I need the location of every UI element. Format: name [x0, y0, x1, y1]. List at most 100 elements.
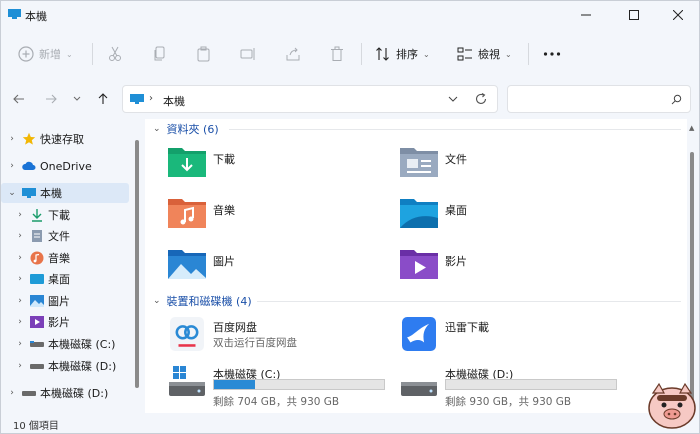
sidebar-item-label: 本機: [40, 187, 62, 200]
video-icon: [30, 316, 44, 328]
folder-name: 桌面: [445, 204, 467, 217]
downloads-folder-icon: [168, 148, 206, 177]
refresh-icon[interactable]: [474, 92, 488, 106]
rename-icon: [240, 48, 255, 60]
view-button[interactable]: 檢視 ⌄: [457, 41, 512, 67]
expand-icon[interactable]: ›: [7, 388, 17, 398]
drive-usage-bar: [213, 379, 385, 390]
recent-locations-button[interactable]: [67, 89, 87, 109]
toolbar-divider: [528, 43, 529, 65]
clipboard-icon: [197, 46, 210, 62]
sidebar-item-drive-c[interactable]: › 本機磁碟 (C:): [1, 334, 129, 354]
sidebar-item-desktop[interactable]: › 桌面: [1, 269, 129, 289]
pictures-folder-icon: [168, 250, 206, 279]
sidebar-item-label: 本機磁碟 (D:): [48, 360, 117, 373]
drive-free-space: 剩餘 704 GB，共 930 GB: [213, 396, 340, 408]
sort-button[interactable]: 排序 ⌄: [375, 41, 430, 67]
expand-icon[interactable]: ›: [15, 317, 25, 327]
expand-icon[interactable]: ›: [15, 296, 25, 306]
rename-button[interactable]: [240, 41, 256, 67]
navigation-pane: › 快速存取 › OneDrive ⌄ 本機 › 下載 › 文件 › 音樂 › …: [1, 119, 131, 413]
search-box[interactable]: [507, 85, 691, 113]
new-button[interactable]: 新增 ⌄: [18, 41, 73, 67]
share-icon: [286, 47, 300, 61]
drive-usage-fill: [214, 380, 256, 389]
sidebar-item-videos[interactable]: › 影片: [1, 312, 129, 332]
sidebar-item-downloads[interactable]: › 下載: [1, 205, 129, 225]
sidebar-item-label: 桌面: [48, 273, 70, 286]
device-tile-baidu[interactable]: 百度网盘 双击运行百度网盘: [145, 317, 375, 363]
computer-icon: [8, 9, 21, 19]
title-bar: 本機: [1, 1, 700, 29]
device-tile-xunlei[interactable]: 迅雷下載: [377, 317, 607, 363]
sidebar-item-quick-access[interactable]: › 快速存取: [1, 129, 129, 149]
device-tile-drive-c[interactable]: 本機磁碟 (C:) 剩餘 704 GB，共 930 GB: [145, 366, 385, 410]
folders-group-header[interactable]: ⌄ 資料夾 (6): [153, 121, 219, 137]
folder-tile-documents[interactable]: 文件: [377, 141, 607, 185]
toolbar-divider: [361, 43, 362, 65]
scrollbar-thumb[interactable]: [690, 152, 694, 410]
sidebar-item-label: 影片: [48, 316, 70, 329]
group-label: 資料夾 (6): [166, 123, 219, 136]
content-scrollbar[interactable]: ▲: [687, 122, 697, 412]
sidebar-item-documents[interactable]: › 文件: [1, 226, 129, 246]
expand-icon[interactable]: ›: [7, 134, 17, 144]
sidebar-item-drive-d[interactable]: › 本機磁碟 (D:): [1, 356, 129, 376]
group-label: 裝置和磁碟機 (4): [166, 295, 252, 308]
arrow-up-icon: [98, 93, 108, 104]
cut-button[interactable]: [107, 41, 123, 67]
scroll-up-icon[interactable]: ▲: [689, 124, 694, 132]
sidebar-item-this-pc[interactable]: ⌄ 本機: [1, 183, 129, 203]
expand-icon[interactable]: ›: [15, 210, 25, 220]
maximize-button[interactable]: [611, 1, 657, 29]
close-button[interactable]: [655, 1, 700, 29]
expand-icon[interactable]: ›: [15, 339, 25, 349]
file-view: ⌄ 資料夾 (6) 下載 文件 音樂 桌面 圖片 影片 ⌄ 裝置和磁碟機 (4)…: [145, 119, 687, 413]
scissors-icon: [109, 46, 121, 61]
cloud-icon: [22, 161, 36, 170]
chevron-down-icon: ⌄: [153, 296, 161, 306]
folder-tile-videos[interactable]: 影片: [377, 243, 607, 287]
share-button[interactable]: [285, 41, 301, 67]
more-options-button[interactable]: [543, 41, 561, 67]
chevron-down-icon[interactable]: [448, 94, 458, 104]
group-divider: [257, 294, 681, 304]
copy-button[interactable]: [152, 41, 168, 67]
folder-tile-desktop[interactable]: 桌面: [377, 192, 607, 236]
delete-button[interactable]: [329, 41, 345, 67]
sort-label: 排序: [396, 48, 418, 61]
expand-icon[interactable]: ›: [15, 274, 25, 284]
device-tile-drive-d[interactable]: 本機磁碟 (D:) 剩餘 930 GB，共 930 GB: [377, 366, 617, 410]
sidebar-item-pictures[interactable]: › 圖片: [1, 291, 129, 311]
devices-group-header[interactable]: ⌄ 裝置和磁碟機 (4): [153, 293, 252, 309]
folder-name: 文件: [445, 153, 467, 166]
expand-icon[interactable]: ›: [15, 361, 25, 371]
scrollbar-thumb[interactable]: [135, 140, 139, 388]
up-button[interactable]: [93, 89, 113, 109]
sidebar-item-onedrive[interactable]: › OneDrive: [1, 156, 129, 176]
device-name: 迅雷下載: [445, 321, 489, 334]
folder-tile-pictures[interactable]: 圖片: [145, 243, 375, 287]
sidebar-item-drive-d-root[interactable]: › 本機磁碟 (D:): [1, 383, 129, 403]
expand-icon[interactable]: ›: [15, 231, 25, 241]
desktop-folder-icon: [400, 199, 438, 228]
forward-button[interactable]: [41, 89, 61, 109]
paste-button[interactable]: [196, 41, 212, 67]
drive-icon: [30, 364, 44, 369]
add-icon: [18, 46, 34, 62]
minimize-button[interactable]: [563, 1, 609, 29]
expand-icon[interactable]: ›: [15, 253, 25, 263]
breadcrumb[interactable]: 本機: [163, 93, 185, 109]
expand-icon[interactable]: ›: [7, 161, 17, 171]
more-icon: [543, 52, 561, 56]
back-button[interactable]: [9, 89, 29, 109]
collapse-icon[interactable]: ⌄: [7, 188, 17, 198]
folder-tile-music[interactable]: 音樂: [145, 192, 375, 236]
arrow-left-icon: [13, 94, 24, 104]
folder-tile-downloads[interactable]: 下載: [145, 141, 375, 185]
chevron-down-icon: [73, 96, 81, 101]
sidebar-item-music[interactable]: › 音樂: [1, 248, 129, 268]
address-bar[interactable]: › 本機: [122, 85, 498, 113]
sidebar-scrollbar[interactable]: [133, 122, 141, 412]
sidebar-item-label: 圖片: [48, 295, 70, 308]
